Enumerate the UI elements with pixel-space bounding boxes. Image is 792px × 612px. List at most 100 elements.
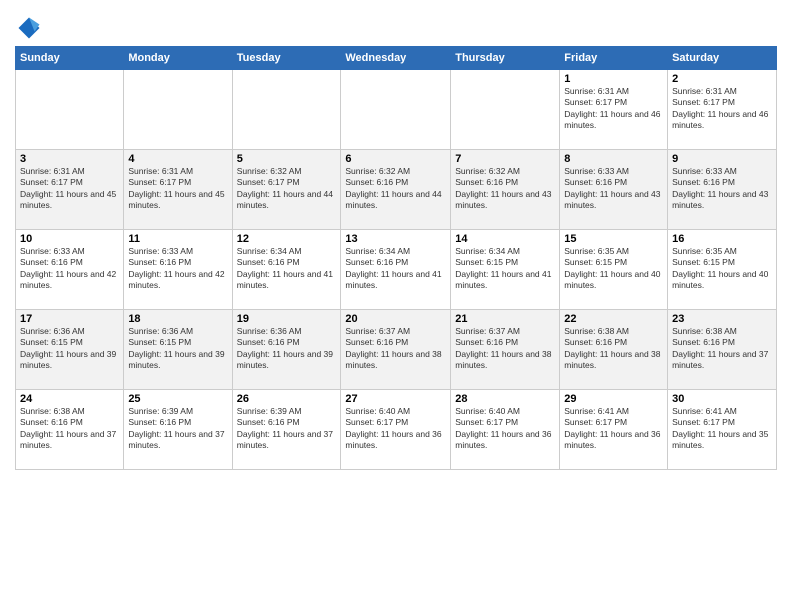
day-info: Sunrise: 6:38 AM Sunset: 6:16 PM Dayligh… [564,326,663,372]
calendar-week-row: 24Sunrise: 6:38 AM Sunset: 6:16 PM Dayli… [16,390,777,470]
day-info: Sunrise: 6:35 AM Sunset: 6:15 PM Dayligh… [564,246,663,292]
calendar-cell: 8Sunrise: 6:33 AM Sunset: 6:16 PM Daylig… [560,150,668,230]
calendar-week-row: 10Sunrise: 6:33 AM Sunset: 6:16 PM Dayli… [16,230,777,310]
calendar-cell: 6Sunrise: 6:32 AM Sunset: 6:16 PM Daylig… [341,150,451,230]
calendar-cell: 11Sunrise: 6:33 AM Sunset: 6:16 PM Dayli… [124,230,232,310]
day-number: 12 [237,233,337,245]
day-info: Sunrise: 6:36 AM Sunset: 6:15 PM Dayligh… [20,326,119,372]
weekday-header: Monday [124,47,232,70]
day-number: 8 [564,153,663,165]
calendar-cell [124,70,232,150]
day-info: Sunrise: 6:31 AM Sunset: 6:17 PM Dayligh… [672,86,772,132]
day-info: Sunrise: 6:39 AM Sunset: 6:16 PM Dayligh… [128,406,227,452]
day-info: Sunrise: 6:40 AM Sunset: 6:17 PM Dayligh… [455,406,555,452]
day-info: Sunrise: 6:40 AM Sunset: 6:17 PM Dayligh… [345,406,446,452]
day-info: Sunrise: 6:32 AM Sunset: 6:16 PM Dayligh… [345,166,446,212]
day-info: Sunrise: 6:34 AM Sunset: 6:15 PM Dayligh… [455,246,555,292]
calendar-cell: 24Sunrise: 6:38 AM Sunset: 6:16 PM Dayli… [16,390,124,470]
page: SundayMondayTuesdayWednesdayThursdayFrid… [0,0,792,480]
day-info: Sunrise: 6:37 AM Sunset: 6:16 PM Dayligh… [455,326,555,372]
day-info: Sunrise: 6:39 AM Sunset: 6:16 PM Dayligh… [237,406,337,452]
calendar-cell: 17Sunrise: 6:36 AM Sunset: 6:15 PM Dayli… [16,310,124,390]
day-info: Sunrise: 6:38 AM Sunset: 6:16 PM Dayligh… [20,406,119,452]
day-info: Sunrise: 6:33 AM Sunset: 6:16 PM Dayligh… [20,246,119,292]
day-info: Sunrise: 6:33 AM Sunset: 6:16 PM Dayligh… [672,166,772,212]
day-number: 27 [345,393,446,405]
day-number: 20 [345,313,446,325]
calendar-cell: 12Sunrise: 6:34 AM Sunset: 6:16 PM Dayli… [232,230,341,310]
day-number: 28 [455,393,555,405]
calendar-cell: 22Sunrise: 6:38 AM Sunset: 6:16 PM Dayli… [560,310,668,390]
weekday-header: Saturday [668,47,777,70]
day-info: Sunrise: 6:35 AM Sunset: 6:15 PM Dayligh… [672,246,772,292]
day-number: 10 [20,233,119,245]
day-number: 25 [128,393,227,405]
calendar-week-row: 17Sunrise: 6:36 AM Sunset: 6:15 PM Dayli… [16,310,777,390]
calendar-cell: 1Sunrise: 6:31 AM Sunset: 6:17 PM Daylig… [560,70,668,150]
header-area [15,10,777,42]
day-number: 2 [672,73,772,85]
calendar-cell: 3Sunrise: 6:31 AM Sunset: 6:17 PM Daylig… [16,150,124,230]
day-number: 30 [672,393,772,405]
day-info: Sunrise: 6:34 AM Sunset: 6:16 PM Dayligh… [237,246,337,292]
day-number: 13 [345,233,446,245]
day-info: Sunrise: 6:33 AM Sunset: 6:16 PM Dayligh… [564,166,663,212]
day-number: 3 [20,153,119,165]
calendar-cell: 14Sunrise: 6:34 AM Sunset: 6:15 PM Dayli… [451,230,560,310]
day-number: 17 [20,313,119,325]
day-info: Sunrise: 6:31 AM Sunset: 6:17 PM Dayligh… [128,166,227,212]
day-info: Sunrise: 6:41 AM Sunset: 6:17 PM Dayligh… [672,406,772,452]
calendar-cell: 25Sunrise: 6:39 AM Sunset: 6:16 PM Dayli… [124,390,232,470]
calendar-cell: 5Sunrise: 6:32 AM Sunset: 6:17 PM Daylig… [232,150,341,230]
weekday-header: Thursday [451,47,560,70]
calendar-cell: 20Sunrise: 6:37 AM Sunset: 6:16 PM Dayli… [341,310,451,390]
day-number: 14 [455,233,555,245]
day-number: 22 [564,313,663,325]
calendar-cell [232,70,341,150]
weekday-header: Tuesday [232,47,341,70]
calendar-cell: 9Sunrise: 6:33 AM Sunset: 6:16 PM Daylig… [668,150,777,230]
day-info: Sunrise: 6:32 AM Sunset: 6:16 PM Dayligh… [455,166,555,212]
day-number: 11 [128,233,227,245]
logo-area [15,14,47,42]
calendar-cell: 10Sunrise: 6:33 AM Sunset: 6:16 PM Dayli… [16,230,124,310]
logo-icon [15,14,43,42]
calendar-cell [16,70,124,150]
day-info: Sunrise: 6:41 AM Sunset: 6:17 PM Dayligh… [564,406,663,452]
calendar-cell: 30Sunrise: 6:41 AM Sunset: 6:17 PM Dayli… [668,390,777,470]
calendar-cell: 28Sunrise: 6:40 AM Sunset: 6:17 PM Dayli… [451,390,560,470]
day-number: 16 [672,233,772,245]
day-number: 7 [455,153,555,165]
weekday-header: Friday [560,47,668,70]
day-number: 6 [345,153,446,165]
day-info: Sunrise: 6:37 AM Sunset: 6:16 PM Dayligh… [345,326,446,372]
calendar-cell: 27Sunrise: 6:40 AM Sunset: 6:17 PM Dayli… [341,390,451,470]
calendar-week-row: 3Sunrise: 6:31 AM Sunset: 6:17 PM Daylig… [16,150,777,230]
day-number: 5 [237,153,337,165]
calendar-cell: 21Sunrise: 6:37 AM Sunset: 6:16 PM Dayli… [451,310,560,390]
day-number: 4 [128,153,227,165]
day-number: 15 [564,233,663,245]
day-number: 26 [237,393,337,405]
calendar-cell [341,70,451,150]
weekday-header: Wednesday [341,47,451,70]
day-info: Sunrise: 6:31 AM Sunset: 6:17 PM Dayligh… [564,86,663,132]
calendar-cell: 15Sunrise: 6:35 AM Sunset: 6:15 PM Dayli… [560,230,668,310]
calendar-cell: 29Sunrise: 6:41 AM Sunset: 6:17 PM Dayli… [560,390,668,470]
calendar-cell: 18Sunrise: 6:36 AM Sunset: 6:15 PM Dayli… [124,310,232,390]
day-number: 19 [237,313,337,325]
calendar-cell: 4Sunrise: 6:31 AM Sunset: 6:17 PM Daylig… [124,150,232,230]
day-info: Sunrise: 6:38 AM Sunset: 6:16 PM Dayligh… [672,326,772,372]
day-info: Sunrise: 6:36 AM Sunset: 6:16 PM Dayligh… [237,326,337,372]
day-number: 18 [128,313,227,325]
day-number: 9 [672,153,772,165]
calendar-cell: 23Sunrise: 6:38 AM Sunset: 6:16 PM Dayli… [668,310,777,390]
calendar-cell: 13Sunrise: 6:34 AM Sunset: 6:16 PM Dayli… [341,230,451,310]
calendar-table: SundayMondayTuesdayWednesdayThursdayFrid… [15,46,777,470]
day-info: Sunrise: 6:32 AM Sunset: 6:17 PM Dayligh… [237,166,337,212]
calendar-cell: 26Sunrise: 6:39 AM Sunset: 6:16 PM Dayli… [232,390,341,470]
day-number: 21 [455,313,555,325]
day-info: Sunrise: 6:31 AM Sunset: 6:17 PM Dayligh… [20,166,119,212]
calendar-week-row: 1Sunrise: 6:31 AM Sunset: 6:17 PM Daylig… [16,70,777,150]
day-number: 1 [564,73,663,85]
